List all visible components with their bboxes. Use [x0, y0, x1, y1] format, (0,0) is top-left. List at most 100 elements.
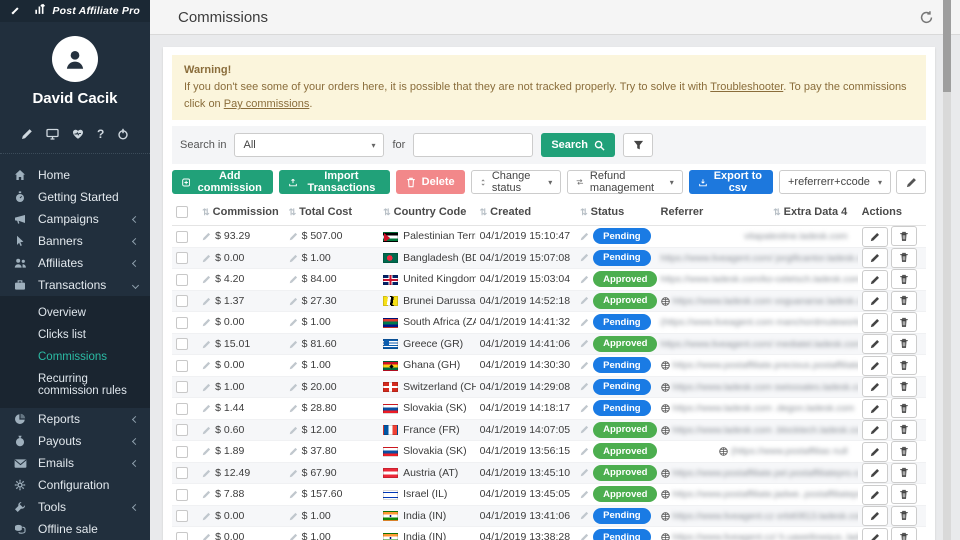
edit-row-button[interactable] — [862, 528, 888, 540]
delete-row-button[interactable] — [891, 506, 917, 526]
edit-pencil-icon[interactable] — [289, 447, 298, 456]
avatar[interactable] — [52, 36, 98, 82]
sidebar-item-clicks-list[interactable]: Clicks list — [0, 324, 150, 346]
edit-row-button[interactable] — [862, 399, 888, 419]
edit-pencil-icon[interactable] — [202, 232, 211, 241]
delete-row-button[interactable] — [891, 355, 917, 375]
delete-row-button[interactable] — [891, 420, 917, 440]
delete-row-button[interactable] — [891, 377, 917, 397]
sidebar-item-transactions[interactable]: Transactions — [0, 274, 150, 296]
sidebar-item-banners[interactable]: Banners — [0, 230, 150, 252]
row-checkbox[interactable] — [176, 317, 188, 329]
status-badge[interactable]: Approved — [593, 336, 656, 352]
edit-pencil-icon[interactable] — [580, 404, 589, 413]
edit-pencil-icon[interactable] — [289, 426, 298, 435]
edit-row-button[interactable] — [862, 463, 888, 483]
status-badge[interactable]: Approved — [593, 271, 656, 287]
status-badge[interactable]: Pending — [593, 508, 650, 524]
row-checkbox[interactable] — [176, 360, 188, 372]
select-all-checkbox[interactable] — [176, 206, 188, 218]
heart-icon[interactable] — [72, 127, 84, 141]
row-checkbox[interactable] — [176, 489, 188, 501]
sort-icon[interactable]: ⇅ — [773, 207, 781, 217]
edit-pencil-icon[interactable] — [580, 253, 589, 262]
row-checkbox[interactable] — [176, 231, 188, 243]
edit-pencil-icon[interactable] — [580, 318, 589, 327]
delete-row-button[interactable] — [891, 484, 917, 504]
row-checkbox[interactable] — [176, 403, 188, 415]
refresh-icon[interactable] — [919, 10, 934, 25]
edit-pencil-icon[interactable] — [289, 340, 298, 349]
row-checkbox[interactable] — [176, 252, 188, 264]
edit-pencil-icon[interactable] — [202, 490, 211, 499]
edit-pencil-icon[interactable] — [202, 361, 211, 370]
delete-row-button[interactable] — [891, 226, 917, 246]
delete-row-button[interactable] — [891, 269, 917, 289]
sidebar-item-payouts[interactable]: Payouts — [0, 430, 150, 452]
sort-icon[interactable]: ⇅ — [480, 207, 488, 217]
delete-row-button[interactable] — [891, 312, 917, 332]
power-icon[interactable] — [117, 127, 129, 141]
edit-row-button[interactable] — [862, 227, 888, 247]
export-csv-button[interactable]: Export to csv — [689, 170, 773, 194]
status-badge[interactable]: Pending — [593, 314, 650, 330]
edit-pencil-icon[interactable] — [580, 275, 589, 284]
column-header-status[interactable]: ⇅Status — [576, 201, 656, 226]
row-checkbox[interactable] — [176, 424, 188, 436]
sidebar-item-tools[interactable]: Tools — [0, 496, 150, 518]
edit-pencil-icon[interactable] — [202, 275, 211, 284]
sidebar-item-emails[interactable]: Emails — [0, 452, 150, 474]
change-status-select[interactable]: Change status ▾ — [471, 170, 562, 194]
edit-pencil-icon[interactable] — [289, 361, 298, 370]
edit-row-button[interactable] — [862, 420, 888, 440]
edit-pencil-icon[interactable] — [580, 490, 589, 499]
edit-row-button[interactable] — [862, 377, 888, 397]
edit-pencil-icon[interactable] — [580, 425, 589, 434]
edit-pencil-icon[interactable] — [289, 232, 298, 241]
status-badge[interactable]: Pending — [593, 400, 650, 416]
status-badge[interactable]: Approved — [593, 465, 656, 481]
sidebar-item-recurring-commission-rules[interactable]: Recurring commission rules — [0, 368, 150, 402]
edit-pencil-icon[interactable] — [289, 469, 298, 478]
monitor-icon[interactable] — [46, 127, 59, 141]
sidebar-item-commissions[interactable]: Commissions — [0, 346, 150, 368]
delete-row-button[interactable] — [891, 291, 917, 311]
edit-pencil-icon[interactable] — [580, 511, 589, 520]
back-chevron-icon[interactable] — [12, 7, 19, 14]
edit-pencil-icon[interactable] — [202, 533, 211, 540]
edit-pencil-icon[interactable] — [580, 468, 589, 477]
status-badge[interactable]: Pending — [593, 228, 650, 244]
edit-pencil-icon[interactable] — [289, 404, 298, 413]
edit-pencil-icon[interactable] — [580, 533, 589, 540]
edit-pencil-icon[interactable] — [289, 512, 298, 521]
edit-row-button[interactable] — [862, 248, 888, 268]
status-badge[interactable]: Approved — [593, 486, 656, 502]
edit-pencil-icon[interactable] — [289, 383, 298, 392]
edit-pencil-icon[interactable] — [580, 339, 589, 348]
status-badge[interactable]: Approved — [593, 293, 656, 309]
edit-pencil-icon[interactable] — [580, 296, 589, 305]
troubleshooter-link[interactable]: Troubleshooter — [710, 81, 783, 93]
pay-commissions-link[interactable]: Pay commissions — [224, 98, 310, 110]
edit-pencil-icon[interactable] — [289, 533, 298, 540]
row-checkbox[interactable] — [176, 295, 188, 307]
delete-row-button[interactable] — [891, 527, 917, 540]
edit-pencil-icon[interactable] — [202, 254, 211, 263]
add-commission-button[interactable]: Add commission — [172, 170, 273, 194]
edit-pencil-icon[interactable] — [202, 297, 211, 306]
import-transactions-button[interactable]: Import Transactions — [279, 170, 389, 194]
sidebar-item-offline-sale[interactable]: Offline sale — [0, 518, 150, 540]
edit-pencil-icon[interactable] — [289, 254, 298, 263]
column-header-total-cost[interactable]: ⇅Total Cost — [285, 201, 380, 226]
edit-pencil-icon[interactable] — [289, 490, 298, 499]
row-checkbox[interactable] — [176, 381, 188, 393]
sidebar-item-configuration[interactable]: Configuration — [0, 474, 150, 496]
help-icon[interactable]: ? — [97, 127, 104, 141]
edit-row-button[interactable] — [862, 356, 888, 376]
delete-row-button[interactable] — [891, 248, 917, 268]
sidebar-item-affiliates[interactable]: Affiliates — [0, 252, 150, 274]
edit-row-button[interactable] — [862, 291, 888, 311]
edit-row-button[interactable] — [862, 334, 888, 354]
row-checkbox[interactable] — [176, 510, 188, 522]
status-badge[interactable]: Pending — [593, 250, 650, 266]
